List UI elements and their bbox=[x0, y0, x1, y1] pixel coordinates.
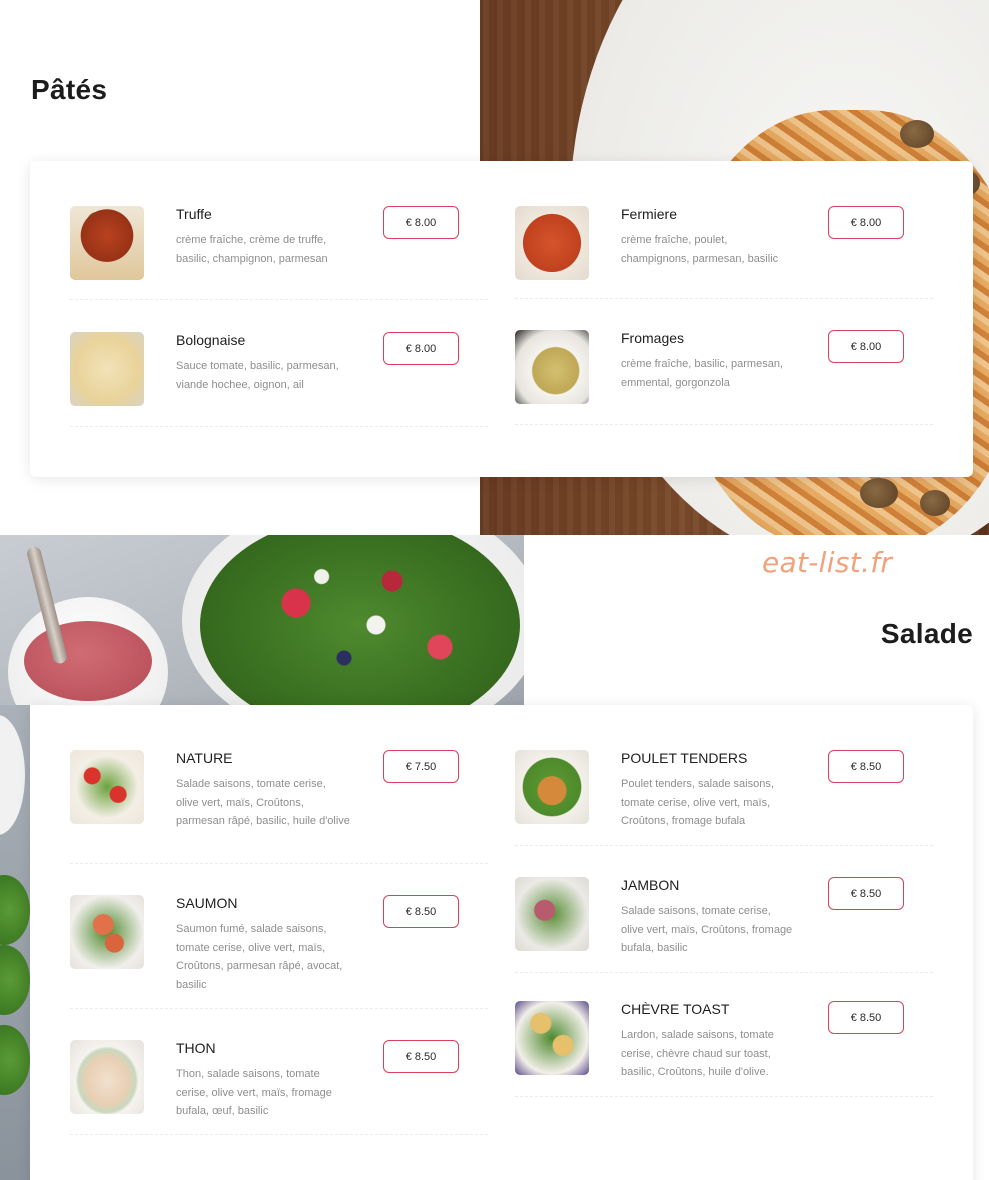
item-name: NATURE bbox=[176, 750, 233, 766]
salad-side-image bbox=[0, 705, 30, 1180]
item-name: THON bbox=[176, 1040, 216, 1056]
item-divider bbox=[70, 863, 488, 864]
salad-hero-image bbox=[0, 535, 524, 705]
thon-thumbnail bbox=[70, 1040, 144, 1114]
price-button[interactable]: € 8.50 bbox=[828, 750, 904, 783]
site-watermark: eat-list.fr bbox=[762, 546, 893, 579]
item-divider bbox=[515, 1096, 933, 1097]
menu-item-jambon: JAMBON Salade saisons, tomate cerise, ol… bbox=[515, 877, 933, 977]
item-name: Bolognaise bbox=[176, 332, 246, 348]
item-description: Sauce tomate, basilic, parmesan, viande … bbox=[176, 360, 339, 391]
salade-title: Salade bbox=[880, 618, 973, 649]
item-name: Truffe bbox=[176, 206, 212, 222]
menu-item-fermiere: Fermiere crème fraîche, poulet, champign… bbox=[515, 206, 933, 301]
item-divider bbox=[70, 1008, 488, 1009]
nature-thumbnail bbox=[70, 750, 144, 824]
price-button[interactable]: € 8.50 bbox=[383, 1040, 459, 1073]
item-description: crème fraîche, poulet, champignons, parm… bbox=[621, 234, 779, 265]
price-button[interactable]: € 7.50 bbox=[383, 750, 459, 783]
pates-menu-card: Truffe crème fraîche, crème de truffe, b… bbox=[30, 161, 973, 477]
pates-title: Pâtés bbox=[31, 74, 108, 105]
fromages-thumbnail bbox=[515, 330, 589, 404]
item-name: SAUMON bbox=[176, 895, 238, 911]
chevre-toast-thumbnail bbox=[515, 1001, 589, 1075]
item-divider bbox=[515, 298, 933, 299]
menu-item-thon: THON Thon, salade saisons, tomate cerise… bbox=[70, 1040, 488, 1140]
item-name: JAMBON bbox=[621, 877, 680, 893]
item-divider bbox=[70, 299, 488, 300]
item-description: crème fraîche, basilic, parmesan, emment… bbox=[621, 358, 784, 389]
price-button[interactable]: € 8.00 bbox=[383, 332, 459, 365]
salade-menu-card: NATURE Salade saisons, tomate cerise, ol… bbox=[30, 705, 973, 1180]
jambon-thumbnail bbox=[515, 877, 589, 951]
item-description: Poulet tenders, salade saisons, tomate c… bbox=[621, 778, 774, 827]
fermiere-thumbnail bbox=[515, 206, 589, 280]
price-button[interactable]: € 8.50 bbox=[828, 1001, 904, 1034]
price-button[interactable]: € 8.00 bbox=[383, 206, 459, 239]
menu-item-bolognaise: Bolognaise Sauce tomate, basilic, parmes… bbox=[70, 332, 488, 427]
poulet-tenders-thumbnail bbox=[515, 750, 589, 824]
item-description: Thon, salade saisons, tomate cerise, oli… bbox=[176, 1068, 332, 1117]
item-description: Saumon fumé, salade saisons, tomate ceri… bbox=[176, 923, 343, 991]
menu-item-saumon: SAUMON Saumon fumé, salade saisons, toma… bbox=[70, 895, 488, 1015]
item-description: Salade saisons, tomate cerise, olive ver… bbox=[176, 778, 350, 827]
price-button[interactable]: € 8.50 bbox=[383, 895, 459, 928]
item-divider bbox=[515, 845, 933, 846]
item-divider bbox=[515, 972, 933, 973]
item-name: Fermiere bbox=[621, 206, 678, 222]
pates-section: Pâtés Truffe crème fraîche, crème de tru… bbox=[0, 0, 989, 535]
item-name: POULET TENDERS bbox=[621, 750, 748, 766]
truffe-thumbnail bbox=[70, 206, 144, 280]
item-description: crème fraîche, crème de truffe, basilic,… bbox=[176, 234, 328, 265]
item-divider bbox=[515, 424, 933, 425]
menu-item-chevre-toast: CHÈVRE TOAST Lardon, salade saisons, tom… bbox=[515, 1001, 933, 1101]
price-button[interactable]: € 8.50 bbox=[828, 877, 904, 910]
item-description: Salade saisons, tomate cerise, olive ver… bbox=[621, 905, 793, 954]
item-divider bbox=[70, 426, 488, 427]
item-description: Lardon, salade saisons, tomate cerise, c… bbox=[621, 1029, 774, 1078]
menu-item-poulet-tenders: POULET TENDERS Poulet tenders, salade sa… bbox=[515, 750, 933, 850]
menu-item-fromages: Fromages crème fraîche, basilic, parmesa… bbox=[515, 330, 933, 425]
menu-item-truffe: Truffe crème fraîche, crème de truffe, b… bbox=[70, 206, 488, 301]
item-name: Fromages bbox=[621, 330, 685, 346]
price-button[interactable]: € 8.00 bbox=[828, 206, 904, 239]
price-button[interactable]: € 8.00 bbox=[828, 330, 904, 363]
bolognaise-thumbnail bbox=[70, 332, 144, 406]
item-name: CHÈVRE TOAST bbox=[621, 1001, 730, 1017]
item-divider bbox=[70, 1134, 488, 1135]
menu-item-nature: NATURE Salade saisons, tomate cerise, ol… bbox=[70, 750, 488, 870]
saumon-thumbnail bbox=[70, 895, 144, 969]
